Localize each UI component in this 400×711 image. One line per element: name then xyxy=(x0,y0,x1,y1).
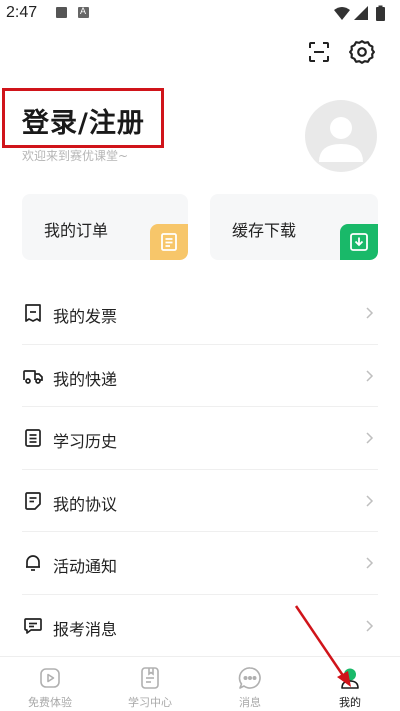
menu-list: 我的发票 我的快递 学习历史 我的协议 活动通知 报考消息 xyxy=(22,282,378,657)
message-icon xyxy=(22,615,44,637)
menu-item-invoice[interactable]: 我的发票 xyxy=(22,282,378,345)
nav-tab-messages[interactable]: 消息 xyxy=(200,657,300,711)
my-orders-label: 我的订单 xyxy=(44,221,109,240)
battery-icon xyxy=(376,7,385,21)
avatar[interactable] xyxy=(305,100,377,172)
truck-icon xyxy=(22,365,44,387)
nav-tab-free-trial[interactable]: 免费体验 xyxy=(0,657,100,711)
menu-item-express[interactable]: 我的快递 xyxy=(22,345,378,407)
bell-icon xyxy=(22,552,44,574)
nav-label-free-trial: 免费体验 xyxy=(28,696,72,709)
status-time: 2:47 xyxy=(6,4,38,21)
study-icon xyxy=(137,665,163,691)
cache-download-card[interactable]: 缓存下载 xyxy=(210,194,378,260)
chevron-right-icon xyxy=(366,369,374,382)
menu-label-exam-messages: 报考消息 xyxy=(53,619,118,639)
chevron-right-icon xyxy=(366,307,374,319)
chevron-right-icon xyxy=(366,619,374,632)
login-register-link[interactable]: 登录/注册 xyxy=(22,101,145,140)
menu-item-agreement[interactable]: 我的协议 xyxy=(22,470,378,532)
menu-label-express: 我的快递 xyxy=(53,369,118,389)
agreement-icon xyxy=(22,490,44,512)
invoice-icon xyxy=(22,302,44,324)
chevron-right-icon xyxy=(366,557,374,569)
welcome-text: 欢迎来到赛优课堂~ xyxy=(22,149,129,163)
scan-icon[interactable] xyxy=(305,38,333,66)
menu-label-invoice: 我的发票 xyxy=(53,307,118,326)
app-notification-icon xyxy=(78,6,89,18)
download-icon xyxy=(340,224,378,260)
bottom-nav: 免费体验 学习中心 消息 我的 xyxy=(0,656,400,711)
system-status-icons xyxy=(334,5,385,21)
nav-label-messages: 消息 xyxy=(239,696,261,709)
signal-icon xyxy=(354,6,368,20)
history-icon xyxy=(22,427,44,449)
menu-item-exam-messages[interactable]: 报考消息 xyxy=(22,595,378,658)
chevron-right-icon xyxy=(366,432,374,444)
play-icon xyxy=(37,665,63,691)
menu-item-history[interactable]: 学习历史 xyxy=(22,407,378,470)
wifi-icon xyxy=(334,7,350,20)
user-avatar-icon xyxy=(319,117,363,162)
my-orders-card[interactable]: 我的订单 xyxy=(22,194,188,260)
nav-tab-study-center[interactable]: 学习中心 xyxy=(100,657,200,711)
status-bar: 2:47 xyxy=(0,0,400,28)
gear-icon[interactable] xyxy=(348,38,376,66)
menu-label-history: 学习历史 xyxy=(53,432,118,451)
chevron-right-icon xyxy=(366,494,374,507)
nav-label-study-center: 学习中心 xyxy=(128,696,172,709)
nav-tab-mine[interactable]: 我的 xyxy=(300,657,400,711)
chat-icon xyxy=(237,665,263,691)
profile-icon xyxy=(337,665,363,691)
notification-icon xyxy=(56,7,67,18)
receipt-icon xyxy=(150,224,188,260)
menu-label-notifications: 活动通知 xyxy=(53,557,118,576)
menu-label-agreement: 我的协议 xyxy=(53,494,118,514)
menu-item-notifications[interactable]: 活动通知 xyxy=(22,532,378,595)
cache-download-label: 缓存下载 xyxy=(232,221,297,240)
nav-label-mine: 我的 xyxy=(339,696,361,709)
